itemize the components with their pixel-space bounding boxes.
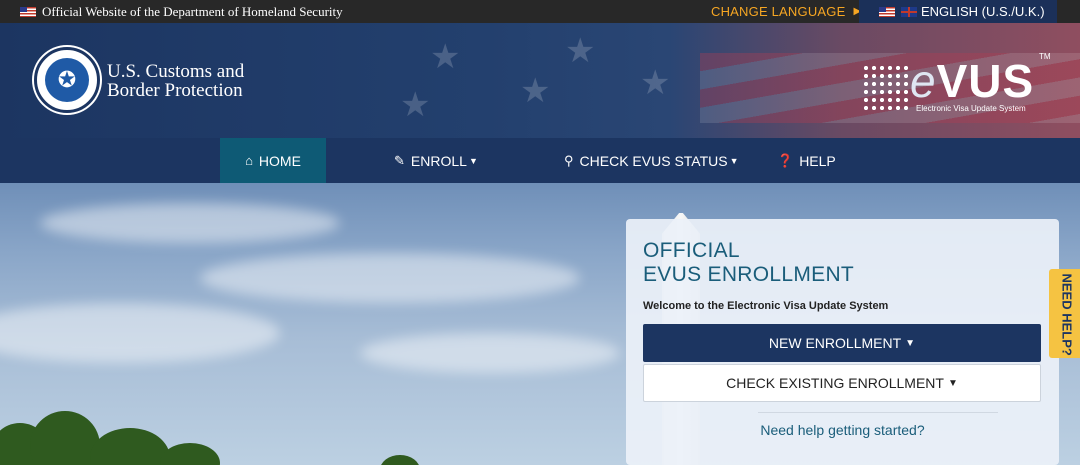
nav-enroll-label: ENROLL — [410, 152, 467, 169]
check-existing-label: CHECK EXISTING ENROLLMENT — [726, 375, 944, 391]
nav-item-enroll[interactable]: ✎ ENROLL ▼ — [394, 138, 478, 183]
language-selector[interactable]: ENGLISH (U.S./U.K.) — [859, 0, 1057, 23]
tree-decoration — [160, 443, 220, 465]
star-decoration-icon: ★ — [430, 38, 461, 76]
top-utility-bar: Official Website of the Department of Ho… — [0, 0, 1080, 23]
evus-logo[interactable]: eVUS TM Electronic Visa Update System — [862, 50, 1052, 120]
nav-check-status-label: CHECK EVUS STATUS — [579, 152, 728, 169]
tree-decoration — [380, 455, 420, 465]
evus-logo-subtitle: Electronic Visa Update System — [916, 104, 1026, 113]
divider — [758, 412, 998, 413]
nav-item-help[interactable]: ❓ HELP — [777, 138, 836, 183]
nav-item-check-status[interactable]: ⚲ CHECK EVUS STATUS ▼ — [564, 138, 739, 183]
new-enrollment-button[interactable]: NEW ENROLLMENT ▼ — [643, 324, 1041, 362]
dhs-seal-logo[interactable]: ✪ — [34, 47, 100, 113]
official-website-text: Official Website of the Department of Ho… — [42, 3, 343, 19]
site-header: ★ ★ ★ ★ ★ ✪ U.S. Customs and Border Prot… — [0, 23, 1080, 138]
chevron-down-icon: ▼ — [905, 337, 916, 349]
cloud-decoration — [40, 203, 340, 243]
panel-title-line1: OFFICIAL — [643, 239, 740, 262]
panel-title: OFFICIAL EVUS ENROLLMENT — [643, 239, 854, 287]
check-existing-enrollment-button[interactable]: CHECK EXISTING ENROLLMENT ▼ — [643, 364, 1041, 402]
eagle-icon: ✪ — [45, 58, 89, 102]
panel-title-line2: EVUS ENROLLMENT — [643, 263, 855, 286]
globe-dots-icon — [862, 64, 908, 110]
nav-help-label: HELP — [799, 152, 836, 169]
home-icon: ⌂ — [245, 153, 253, 168]
chevron-down-icon: ▼ — [729, 155, 739, 166]
new-enrollment-label: NEW ENROLLMENT — [768, 335, 902, 351]
tree-decoration — [90, 428, 170, 465]
nav-item-home[interactable]: ⌂ HOME — [220, 138, 326, 183]
main-navigation: ⌂ HOME ✎ ENROLL ▼ ⚲ CHECK EVUS STATUS ▼ … — [0, 138, 1080, 183]
cloud-decoration — [0, 303, 280, 363]
search-icon: ⚲ — [564, 152, 574, 168]
evus-logo-wordmark: eVUS — [910, 55, 1035, 107]
chevron-down-icon: ▼ — [947, 377, 958, 389]
star-decoration-icon: ★ — [400, 86, 431, 124]
cloud-decoration — [360, 333, 620, 373]
agency-name-line1: U.S. Customs and — [107, 61, 245, 82]
change-language-button[interactable]: CHANGE LANGUAGE ▶ — [711, 0, 861, 23]
change-language-label: CHANGE LANGUAGE — [711, 4, 846, 19]
nav-home-label: HOME — [258, 152, 301, 169]
chevron-down-icon: ▼ — [468, 155, 478, 166]
star-decoration-icon: ★ — [565, 32, 596, 70]
agency-name-line2: Border Protection — [107, 80, 243, 101]
question-circle-icon: ❓ — [777, 152, 794, 168]
us-flag-icon — [20, 6, 36, 17]
official-website-notice: Official Website of the Department of Ho… — [20, 4, 343, 20]
cloud-decoration — [200, 253, 580, 303]
agency-name[interactable]: U.S. Customs and Border Protection — [107, 62, 244, 100]
need-help-label: NEED HELP? — [1059, 273, 1075, 356]
trademark-mark: TM — [1039, 52, 1051, 61]
pencil-icon: ✎ — [394, 152, 405, 168]
us-flag-icon — [879, 6, 895, 17]
enrollment-panel: OFFICIAL EVUS ENROLLMENT Welcome to the … — [626, 219, 1059, 465]
help-getting-started-link[interactable]: Need help getting started? — [626, 422, 1059, 438]
need-help-tab[interactable]: NEED HELP? — [1049, 269, 1080, 358]
star-decoration-icon: ★ — [640, 64, 671, 102]
welcome-text: Welcome to the Electronic Visa Update Sy… — [643, 300, 889, 312]
star-decoration-icon: ★ — [520, 72, 551, 110]
current-language-label: ENGLISH (U.S./U.K.) — [921, 4, 1045, 19]
uk-flag-icon — [901, 6, 917, 17]
